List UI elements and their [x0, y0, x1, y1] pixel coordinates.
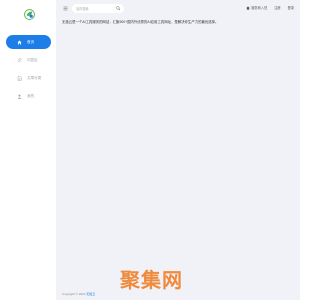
- user-icon: [16, 93, 22, 99]
- intro-text: 无极云是一个AI工具服务的网站，汇聚500+国内外优秀的AI应用工具网址，是解决…: [62, 20, 219, 24]
- sidebar-item-label: 问答区: [27, 57, 38, 62]
- sidebar-item-label: 首页: [27, 39, 35, 44]
- login-link[interactable]: 登录: [288, 5, 294, 10]
- sidebar-item-categories[interactable]: 文章分类: [6, 71, 51, 85]
- footer-link[interactable]: 无极云: [86, 292, 95, 296]
- sidebar: 首页 问答区 文章分类 我的: [0, 0, 56, 300]
- home-icon: [16, 39, 22, 45]
- search-box: [72, 4, 124, 13]
- register-link[interactable]: 注册: [274, 5, 280, 10]
- apply-link[interactable]: 服务商入驻: [246, 5, 267, 10]
- footer: Copyright © 2023 无极云: [62, 292, 95, 296]
- sidebar-item-label: 文章分类: [27, 75, 42, 80]
- search-input[interactable]: [76, 6, 116, 11]
- document-icon: [16, 75, 22, 81]
- brand-text: 聚集网: [120, 268, 183, 292]
- brand-watermark: 聚集网: [120, 264, 183, 293]
- sidebar-item-mine[interactable]: 我的: [6, 89, 51, 103]
- footer-copyright: Copyright © 2023: [62, 292, 86, 296]
- sidebar-item-home[interactable]: 首页: [6, 35, 51, 49]
- house-icon: [246, 5, 250, 10]
- sidebar-item-label: 我的: [27, 93, 35, 98]
- paperclip-icon: [16, 57, 22, 63]
- menu-icon[interactable]: [62, 5, 68, 11]
- sidebar-item-qa[interactable]: 问答区: [6, 53, 51, 67]
- search-icon[interactable]: [116, 6, 121, 11]
- top-links: 服务商入驻 注册 登录: [239, 5, 294, 10]
- main-area: 服务商入驻 注册 登录 无极云是一个AI工具服务的网站，汇聚500+国内外优秀的…: [56, 0, 300, 300]
- leaf-logo-icon[interactable]: [24, 7, 35, 20]
- sidebar-nav: 首页 问答区 文章分类 我的: [6, 35, 51, 107]
- topbar: 服务商入驻 注册 登录: [56, 0, 300, 17]
- apply-link-label: 服务商入驻: [251, 6, 268, 10]
